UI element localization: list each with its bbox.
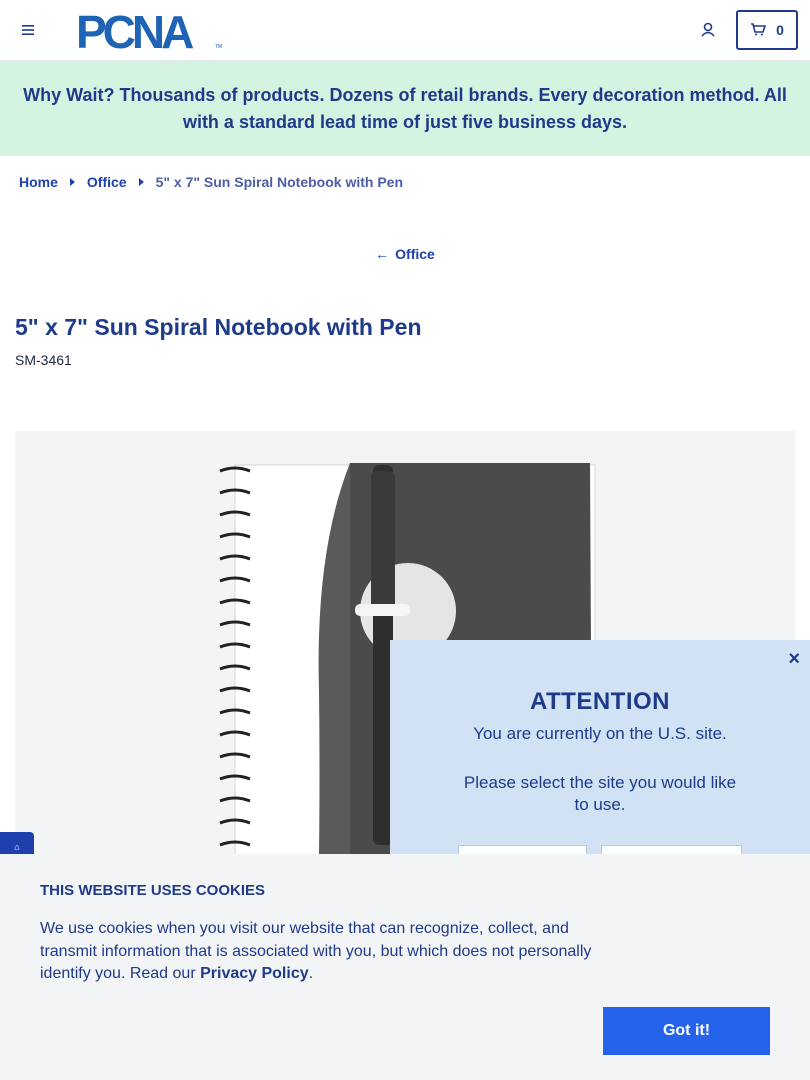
feedback-icon: ⌂ bbox=[14, 842, 20, 852]
product-sku: SM-3461 bbox=[15, 352, 72, 368]
pcna-logo[interactable]: PCNA TM bbox=[76, 6, 224, 58]
user-icon[interactable] bbox=[698, 20, 718, 40]
cookie-period: . bbox=[308, 965, 314, 982]
chevron-right-icon bbox=[138, 178, 144, 186]
promo-banner: Why Wait? Thousands of products. Dozens … bbox=[0, 61, 810, 156]
cookie-text: We use cookies when you visit our websit… bbox=[40, 918, 610, 986]
back-to-category-link[interactable]: ← Office bbox=[0, 246, 810, 262]
site-header: PCNA TM 0 bbox=[0, 0, 810, 61]
site-selection-modal: × ATTENTION You are currently on the U.S… bbox=[390, 640, 810, 865]
logo-trademark: TM bbox=[215, 44, 222, 50]
hamburger-menu-icon[interactable] bbox=[18, 20, 38, 40]
modal-current-site-text: You are currently on the U.S. site. bbox=[473, 724, 727, 743]
product-title: 5" x 7" Sun Spiral Notebook with Pen bbox=[15, 314, 422, 340]
cookie-body: We use cookies when you visit our websit… bbox=[40, 920, 592, 982]
cart-button[interactable]: 0 bbox=[736, 10, 798, 50]
close-icon[interactable]: × bbox=[788, 648, 800, 671]
cookie-banner: THIS WEBSITE USES COOKIES We use cookies… bbox=[0, 854, 810, 1080]
modal-title: ATTENTION bbox=[529, 688, 671, 715]
breadcrumb: Home Office 5" x 7" Sun Spiral Notebook … bbox=[19, 174, 403, 190]
promo-text: Why Wait? Thousands of products. Dozens … bbox=[23, 84, 787, 132]
breadcrumb-home[interactable]: Home bbox=[19, 174, 58, 190]
breadcrumb-current: 5" x 7" Sun Spiral Notebook with Pen bbox=[155, 174, 404, 190]
cart-count: 0 bbox=[776, 22, 784, 38]
back-link-label: Office bbox=[395, 246, 435, 262]
privacy-policy-link[interactable]: Privacy Policy bbox=[200, 965, 309, 982]
cookie-title: THIS WEBSITE USES COOKIES bbox=[40, 882, 266, 899]
modal-select-site-text: Please select the site you would like to… bbox=[463, 773, 737, 814]
chevron-right-icon bbox=[69, 178, 75, 186]
cart-icon bbox=[750, 22, 766, 39]
arrow-left-icon: ← bbox=[375, 246, 390, 262]
logo-text: PCNA bbox=[76, 11, 193, 51]
breadcrumb-office[interactable]: Office bbox=[87, 174, 127, 190]
got-it-button[interactable]: Got it! bbox=[603, 1007, 770, 1055]
